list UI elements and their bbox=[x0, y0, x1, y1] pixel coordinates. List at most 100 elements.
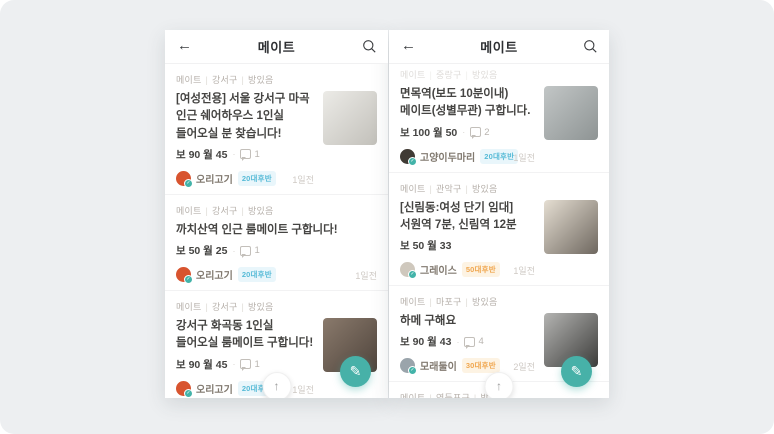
post-time: 1일전 bbox=[513, 152, 535, 163]
phone-screen-right: ← 메이트 메이트 | 중랑구 | 방있음 면목역(보도 10분이내) 메이트(성별무관)… bbox=[389, 30, 609, 398]
category-part: 마포구 bbox=[436, 297, 462, 307]
avatar: ✓ bbox=[176, 267, 193, 284]
age-badge: 50대후반 bbox=[461, 262, 500, 277]
post-price: 보 90 월 45 · 1 bbox=[176, 357, 314, 372]
category-part: 메이트 bbox=[400, 393, 425, 398]
post-category: 메이트 | 강서구 | 방있음 bbox=[176, 73, 377, 86]
post-item[interactable]: 메이트 | 강서구 | 방있음 까치산역 인근 룸메이트 구합니다! 보 50 월 25 · 1… bbox=[165, 194, 388, 291]
post-price: 보 50 월 25 · 1 bbox=[176, 243, 377, 258]
username: 오리고기 bbox=[196, 271, 233, 282]
post-thumbnail bbox=[323, 91, 377, 145]
post-category: 메이트 | 관악구 | 방있음 bbox=[400, 182, 598, 195]
post-item[interactable]: 메이트 | 강서구 | 방있음 [여성전용] 서울 강서구 마곡 인근 쉐어하우스 1인실… bbox=[165, 64, 388, 195]
category-separator: | bbox=[205, 75, 208, 85]
avatar: ✓ bbox=[400, 358, 417, 376]
avatar: ✓ bbox=[400, 148, 417, 166]
verified-check-icon: ✓ bbox=[184, 178, 193, 188]
deposit-rent-value: 보 90 월 45 bbox=[176, 358, 228, 371]
dot-separator: · bbox=[462, 127, 466, 137]
avatar: ✓ bbox=[176, 170, 193, 188]
deposit-rent-value: 보 50 월 33 bbox=[400, 240, 452, 252]
verified-check-icon: ✓ bbox=[408, 156, 417, 166]
username: 오리고기 bbox=[196, 174, 233, 186]
avatar: ✓ bbox=[176, 380, 193, 398]
post-body: 까치산역 인근 룸메이트 구합니다! 보 50 월 25 · 1 ✓ 오리고기 20대후반 1… bbox=[176, 222, 377, 284]
category-part: 강서구 bbox=[212, 302, 238, 312]
back-arrow-icon[interactable]: ← bbox=[177, 36, 192, 56]
category-separator: | bbox=[429, 297, 432, 307]
post-item[interactable]: 메이트 | 관악구 | 방있음 [신림동:여성 단기 임대]서원역 7분, 신림역 12분… bbox=[389, 172, 609, 286]
verified-check-icon: ✓ bbox=[184, 275, 193, 284]
age-badge: 20대후반 bbox=[237, 170, 276, 186]
comment-count: 4 bbox=[478, 336, 484, 348]
category-separator: | bbox=[241, 302, 244, 312]
category-part: 방있음 bbox=[472, 183, 498, 194]
post-text-column: 강서구 화곡동 1인실 들어오실 룸메이트 구합니다! 보 90 월 45 · 1 ✓ 오… bbox=[176, 318, 314, 398]
write-post-fab[interactable]: ✎ bbox=[561, 356, 592, 387]
post-time: 1일전 bbox=[292, 174, 314, 185]
dot-separator: · bbox=[232, 245, 236, 256]
post-body: 면목역(보도 10분이내) 메이트(성별무관) 구합니다. 보 100 월 50 ·… bbox=[400, 86, 598, 166]
comment-count: 1 bbox=[254, 245, 260, 256]
category-part: 메이트 bbox=[400, 297, 426, 307]
post-price: 보 90 월 43 · 4 bbox=[400, 334, 535, 349]
post-category: 메이트 | 강서구 | 방있음 bbox=[176, 300, 377, 313]
post-text-column: 면목역(보도 10분이내) 메이트(성별무관) 구합니다. 보 100 월 50 ·… bbox=[400, 86, 535, 166]
post-price: 보 50 월 33 bbox=[400, 238, 535, 253]
comment-count: 1 bbox=[254, 148, 260, 160]
username: 그레이스 bbox=[420, 266, 457, 277]
username: 오리고기 bbox=[196, 384, 233, 396]
post-title: 까치산역 인근 룸메이트 구합니다! bbox=[176, 223, 338, 236]
post-user-row: ✓ 그레이스 50대후반 1일전 bbox=[400, 262, 535, 279]
category-separator: | bbox=[205, 302, 208, 312]
category-part: 메이트 bbox=[176, 75, 202, 85]
category-part: 메이트 bbox=[176, 302, 202, 312]
page-title: 메이트 bbox=[257, 40, 296, 55]
phone-screen-left: ← 메이트 메이트 | 강서구 | 방있음 [여성전용] 서울 강서구 마곡 인근 쉐어하… bbox=[165, 30, 388, 398]
scroll-to-top-button[interactable]: ↑ bbox=[262, 372, 291, 398]
post-time: 1일전 bbox=[292, 384, 314, 395]
app-bar: ← 메이트 bbox=[165, 30, 388, 64]
post-time: 1일전 bbox=[513, 266, 535, 276]
back-arrow-icon[interactable]: ← bbox=[401, 36, 416, 56]
search-icon[interactable] bbox=[583, 39, 598, 54]
category-part: 메이트 bbox=[400, 183, 426, 194]
screenshot-canvas: ← 메이트 메이트 | 강서구 | 방있음 [여성전용] 서울 강서구 마곡 인근 쉐어하… bbox=[0, 0, 774, 434]
dot-separator: · bbox=[456, 336, 460, 347]
post-user-row: ✓ 오리고기 20대후반 1일전 bbox=[176, 267, 377, 284]
category-separator: | bbox=[429, 183, 432, 194]
comment-icon bbox=[464, 336, 476, 349]
post-title: [신림동:여성 단기 임대]서원역 7분, 신림역 12분 bbox=[400, 201, 517, 231]
post-title: 하메 구해요 bbox=[400, 315, 457, 327]
avatar: ✓ bbox=[400, 262, 417, 279]
category-part: 방있음 bbox=[248, 205, 274, 216]
post-user-row: ✓ 오리고기 20대후반 1일전 bbox=[176, 170, 314, 188]
category-part: 중랑구 bbox=[436, 70, 462, 80]
category-separator: | bbox=[465, 183, 468, 194]
deposit-rent-value: 보 50 월 25 bbox=[176, 245, 228, 257]
write-post-fab[interactable]: ✎ bbox=[340, 356, 371, 387]
pencil-icon: ✎ bbox=[349, 363, 362, 379]
post-user-row: ✓ 오리고기 20대후반 1일전 bbox=[176, 380, 314, 398]
category-part: 관악구 bbox=[436, 183, 462, 194]
post-category: 메이트 | 마포구 | 방있음 bbox=[400, 295, 598, 308]
comment-icon bbox=[470, 127, 482, 139]
comment-count: 2 bbox=[484, 126, 490, 138]
post-body: [여성전용] 서울 강서구 마곡 인근 쉐어하우스 1인실 들어오실 분 찾습니… bbox=[176, 91, 377, 188]
scroll-to-top-button[interactable]: ↑ bbox=[484, 372, 514, 398]
post-time: 1일전 bbox=[355, 271, 377, 281]
category-separator: | bbox=[241, 205, 244, 216]
post-price: 보 100 월 50 · 2 bbox=[400, 125, 535, 140]
category-separator: | bbox=[474, 393, 477, 398]
category-part: 강서구 bbox=[212, 75, 238, 85]
post-body: [신림동:여성 단기 임대]서원역 7분, 신림역 12분보 50 월 33 ✓ 그… bbox=[400, 199, 598, 279]
pencil-icon: ✎ bbox=[570, 363, 583, 379]
post-user-row: ✓ 고양이두마리 20대후반 1일전 bbox=[400, 148, 535, 166]
search-icon[interactable] bbox=[362, 39, 377, 54]
post-item[interactable]: 메이트 | 중랑구 | 방있음 면목역(보도 10분이내) 메이트(성별무관) 구합니다.… bbox=[389, 64, 609, 173]
deposit-rent-value: 보 90 월 45 bbox=[176, 148, 228, 161]
post-title: [여성전용] 서울 강서구 마곡 인근 쉐어하우스 1인실 들어오실 분 찾습니… bbox=[176, 93, 310, 140]
post-text-column: 하메 구해요 보 90 월 43 · 4 ✓ 모래둘이 30대후반 2일전 bbox=[400, 313, 535, 376]
post-title: 면목역(보도 10분이내) 메이트(성별무관) 구합니다. bbox=[400, 88, 531, 118]
category-part: 방있음 bbox=[472, 70, 498, 80]
